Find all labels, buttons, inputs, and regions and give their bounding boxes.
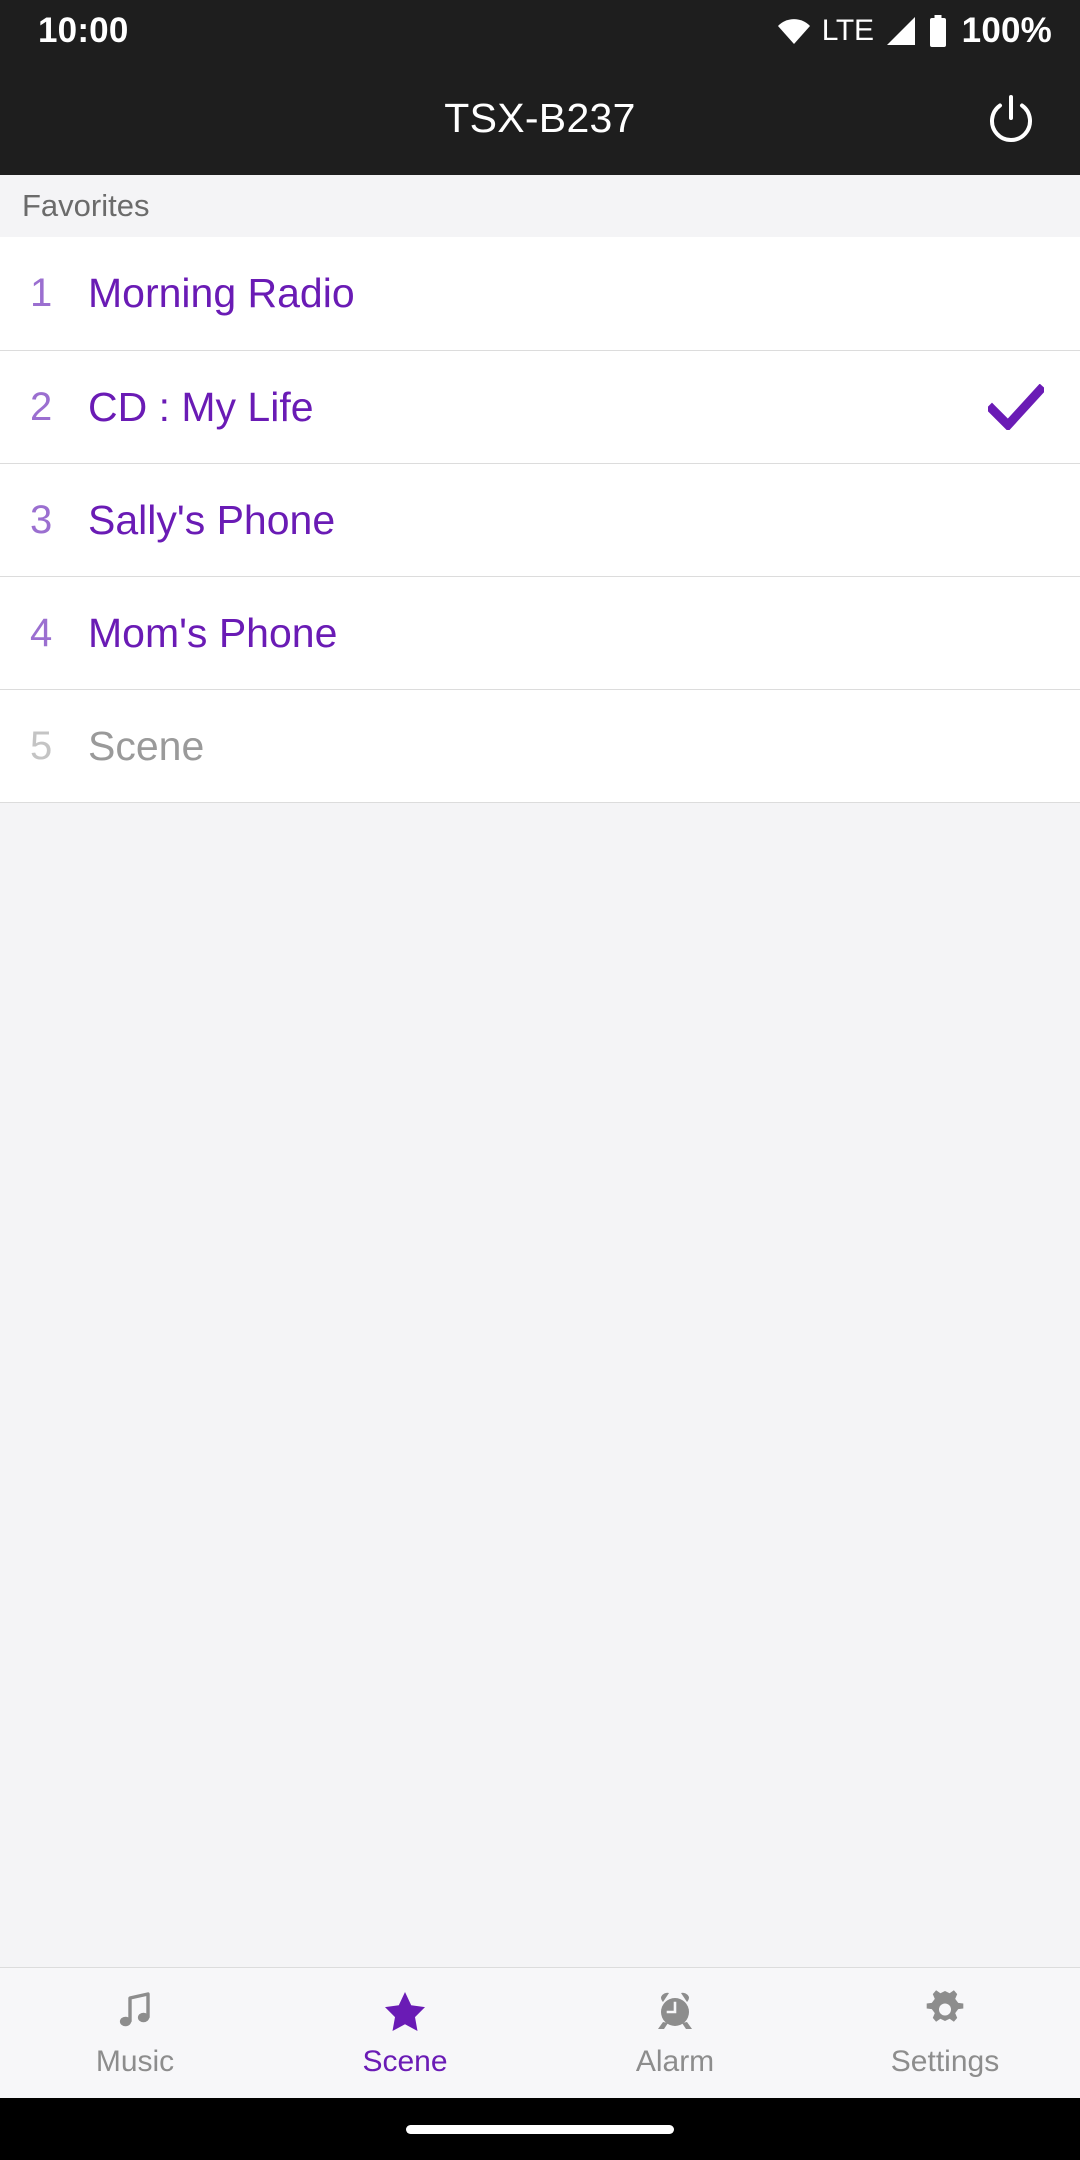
alarm-clock-icon [652,1987,698,2035]
favorites-list-item-2[interactable]: 2 CD : My Life [0,350,1080,463]
favorite-index: 4 [30,610,53,655]
favorite-label: Sally's Phone [88,496,336,543]
favorite-label: CD : My Life [88,383,314,430]
wifi-icon [777,17,811,45]
music-note-icon [112,1987,158,2035]
network-type-label: LTE [821,14,874,47]
page-title: TSX-B237 [444,95,636,141]
favorite-index: 2 [30,384,53,429]
power-button[interactable] [972,80,1050,158]
system-navigation-bar [0,2098,1080,2160]
bottom-tab-bar: Music Scene Alarm Settings [0,1967,1080,2098]
tab-alarm[interactable]: Alarm [540,1968,810,2098]
favorite-label: Mom's Phone [88,609,338,656]
section-header-favorites: Favorites [0,175,1080,237]
tab-label: Settings [890,2045,1000,2078]
favorites-list-item-5[interactable]: 5 Scene [0,689,1080,802]
tab-settings[interactable]: Settings [810,1968,1080,2098]
gear-icon [922,1987,968,2035]
tab-label: Alarm [635,2045,715,2078]
favorites-list-item-4[interactable]: 4 Mom's Phone [0,576,1080,689]
status-bar: 10:00 LTE 100% [0,0,1080,62]
favorite-label: Morning Radio [88,270,355,316]
app-bar: TSX-B237 [0,62,1080,175]
favorites-list-item-3[interactable]: 3 Sally's Phone [0,463,1080,576]
tab-scene[interactable]: Scene [270,1968,540,2098]
check-icon [988,384,1044,430]
favorite-label: Scene [88,722,205,769]
status-indicators: LTE 100% [777,11,1052,51]
section-header-label: Favorites [22,188,150,223]
selected-checkmark [988,384,1044,430]
cellular-signal-icon [885,16,917,46]
empty-content-area [0,803,1080,1967]
star-icon [382,1987,428,2035]
favorites-list: 1 Morning Radio 2 CD : My Life 3 Sally's… [0,237,1080,803]
power-icon [990,94,1032,142]
favorites-list-item-1[interactable]: 1 Morning Radio [0,237,1080,350]
tab-label: Scene [362,2045,448,2078]
tab-label: Music [95,2045,175,2078]
phone-screen: 10:00 LTE 100% TSX-B237 Favorites 1 Morn… [0,0,1080,2160]
home-gesture-pill[interactable] [406,2124,674,2134]
tab-music[interactable]: Music [0,1968,270,2098]
favorite-index: 5 [30,723,53,768]
status-clock: 10:00 [38,11,129,50]
favorite-index: 1 [30,271,53,315]
favorite-index: 3 [30,497,53,542]
battery-icon [928,15,948,47]
battery-percent-label: 100% [961,11,1052,50]
